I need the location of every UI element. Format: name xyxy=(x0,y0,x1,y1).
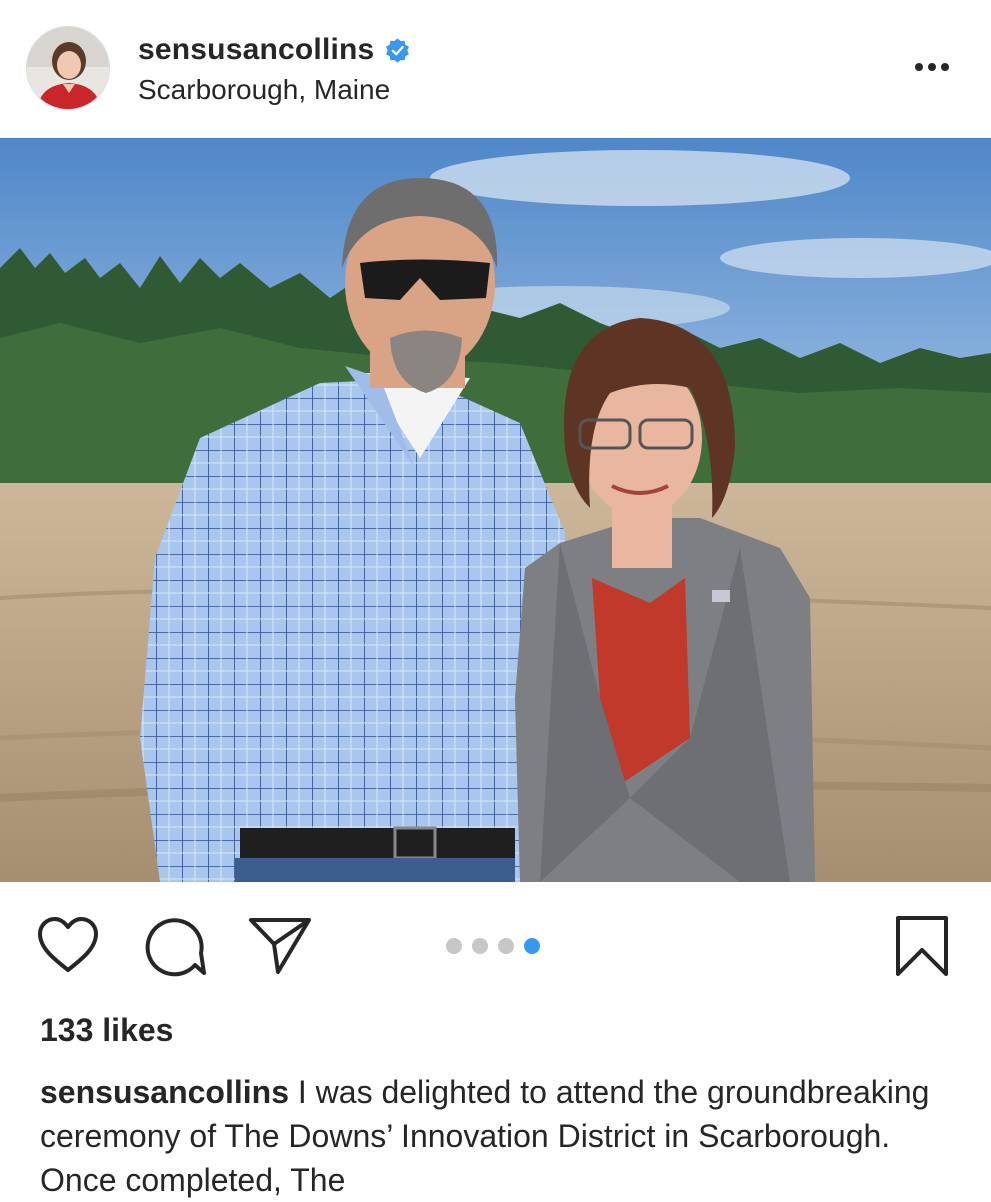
post-location[interactable]: Scarborough, Maine xyxy=(138,74,390,106)
heart-icon[interactable] xyxy=(36,916,100,976)
more-horizontal-icon[interactable] xyxy=(906,52,958,82)
paper-plane-icon[interactable] xyxy=(248,916,312,976)
carousel-dot xyxy=(498,938,514,954)
avatar-image xyxy=(27,27,109,109)
carousel-dot xyxy=(472,938,488,954)
avatar[interactable] xyxy=(26,26,110,110)
carousel-dot xyxy=(446,938,462,954)
post-header: sensusancollins Scarborough, Maine xyxy=(0,0,991,138)
carousel-dot-active xyxy=(524,938,540,954)
username[interactable]: sensusancollins xyxy=(138,33,374,67)
carousel-indicator xyxy=(446,936,540,956)
comment-icon[interactable] xyxy=(144,916,206,978)
post-caption: sensusancollins I was delighted to atten… xyxy=(40,1070,960,1202)
bookmark-icon[interactable] xyxy=(892,914,952,978)
likes-count[interactable]: 133 likes xyxy=(40,1012,173,1049)
verified-badge-icon xyxy=(386,37,410,63)
username-row: sensusancollins xyxy=(138,30,411,70)
post-photo[interactable] xyxy=(0,138,991,882)
caption-username[interactable]: sensusancollins xyxy=(40,1074,289,1110)
